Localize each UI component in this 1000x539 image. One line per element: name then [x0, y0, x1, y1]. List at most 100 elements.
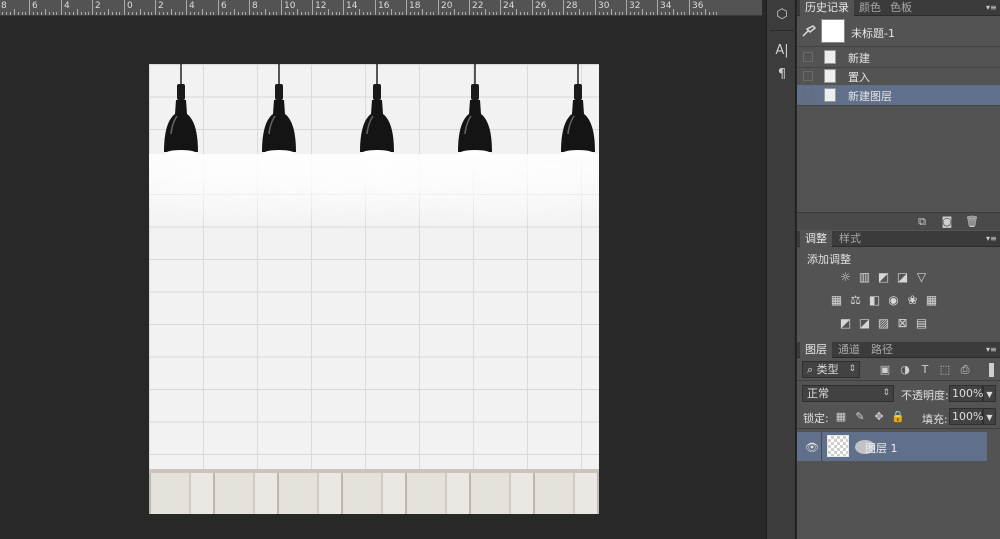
- ruler-tick: [359, 9, 360, 15]
- channel-mixer-icon[interactable]: ❀: [905, 294, 920, 307]
- panel-menu-icon[interactable]: ▾≡: [986, 3, 997, 12]
- tab-history[interactable]: 历史记录: [800, 0, 854, 16]
- ruler-tick: [276, 12, 277, 15]
- visibility-eye-icon[interactable]: 👁: [805, 441, 819, 454]
- opacity-dropdown[interactable]: ▼: [983, 385, 996, 402]
- selective-color-icon[interactable]: ⊠: [895, 317, 910, 330]
- layer-row-selected[interactable]: 👁 图层 1: [797, 432, 987, 461]
- ruler-tick: [516, 9, 517, 15]
- ruler-tick: [454, 9, 455, 15]
- ruler-tick: [182, 12, 183, 15]
- history-item[interactable]: 新建: [797, 47, 1000, 68]
- photo-filter-icon[interactable]: ◉: [886, 294, 901, 307]
- chevron-down-icon: ▼: [986, 390, 993, 399]
- tab-layers[interactable]: 图层: [800, 342, 832, 358]
- panel-menu-icon[interactable]: ▾≡: [986, 234, 997, 243]
- ruler-tick: [202, 9, 203, 15]
- ruler-tick: [273, 12, 274, 15]
- camera-snapshot-icon[interactable]: ◙: [939, 215, 955, 229]
- pendant-lamp: [458, 64, 492, 156]
- tab-channels[interactable]: 通道: [833, 342, 865, 358]
- exposure-icon[interactable]: ◪: [895, 271, 910, 284]
- color-balance-icon[interactable]: ⚖: [848, 294, 863, 307]
- ruler-tick: [61, 0, 62, 15]
- ruler-tick: [234, 9, 235, 15]
- tab-styles[interactable]: 样式: [834, 231, 866, 247]
- lock-transparent-icon[interactable]: ▦: [833, 410, 849, 424]
- ruler-tick: [705, 9, 706, 15]
- ruler-tick: [238, 12, 239, 15]
- levels-icon[interactable]: ▥: [857, 271, 872, 284]
- panel-menu-icon[interactable]: ▾≡: [986, 345, 997, 354]
- ruler-tick: [85, 12, 86, 15]
- right-panel-dock: 历史记录 颜色 色板 ▾≡ 未标题-1 新建 置入 新建图层 ⧉ ◙ 🗑 调整 …: [797, 0, 1000, 539]
- ruler-tick: [37, 12, 38, 15]
- lock-position-icon[interactable]: ✥: [871, 410, 887, 424]
- ruler-tick: [6, 12, 7, 15]
- ruler-tick: [657, 0, 658, 15]
- history-item-selected[interactable]: 新建图层: [797, 85, 1000, 106]
- ruler-tick: [713, 12, 714, 15]
- vibrance-icon[interactable]: ▽: [914, 271, 929, 284]
- ruler-tick: [669, 12, 670, 15]
- tab-adjustments[interactable]: 调整: [800, 231, 832, 247]
- tab-color[interactable]: 颜色: [854, 0, 886, 16]
- layer-thumbnail[interactable]: [827, 435, 849, 457]
- tab-paths[interactable]: 路径: [866, 342, 898, 358]
- filter-toggle[interactable]: [989, 363, 994, 377]
- color-lookup-icon[interactable]: ▦: [924, 294, 939, 307]
- ruler-tick: [500, 0, 501, 15]
- black-white-icon[interactable]: ◧: [867, 294, 882, 307]
- pixel-filter-icon[interactable]: ▣: [877, 363, 893, 377]
- ruler-label: 4: [189, 1, 195, 11]
- new-document-from-state-icon[interactable]: ⧉: [914, 215, 930, 229]
- character-icon[interactable]: A|: [773, 42, 791, 60]
- ruler-tick: [226, 12, 227, 15]
- layer-filter-select[interactable]: ⌕ 类型 ⇕: [802, 361, 860, 378]
- threshold-icon[interactable]: ▨: [876, 317, 891, 330]
- ruler-tick: [462, 12, 463, 15]
- adjustment-filter-icon[interactable]: ◑: [897, 363, 913, 377]
- paragraph-icon[interactable]: ¶: [773, 66, 791, 84]
- ruler-tick: [527, 12, 528, 15]
- ruler-tick: [579, 9, 580, 15]
- invert-icon[interactable]: ◩: [838, 317, 853, 330]
- tab-swatches[interactable]: 色板: [885, 0, 917, 16]
- adjustment-icons-row3: ◩ ◪ ▨ ⊠ ▤: [838, 317, 933, 333]
- opacity-input[interactable]: 100%: [949, 385, 983, 402]
- canvas-workspace[interactable]: [0, 17, 762, 539]
- history-checkbox[interactable]: [803, 52, 813, 62]
- ruler-tick: [320, 12, 321, 15]
- ruler-tick: [124, 0, 125, 15]
- search-icon: ⌕: [807, 363, 817, 376]
- curves-icon[interactable]: ◩: [876, 271, 891, 284]
- ruler-tick: [469, 0, 470, 15]
- fill-input[interactable]: 100%: [949, 408, 983, 425]
- brightness-icon[interactable]: ☼: [838, 271, 853, 284]
- blend-mode-select[interactable]: 正常 ⇕: [802, 385, 894, 402]
- ruler-tick: [190, 12, 191, 15]
- trash-icon[interactable]: 🗑: [964, 215, 980, 229]
- ruler-tick: [336, 12, 337, 15]
- posterize-icon[interactable]: ◪: [857, 317, 872, 330]
- hue-saturation-icon[interactable]: ▦: [829, 294, 844, 307]
- ruler-tick: [324, 12, 325, 15]
- lock-all-icon[interactable]: 🔒: [890, 410, 906, 424]
- history-checkbox[interactable]: [803, 90, 813, 100]
- history-checkbox[interactable]: [803, 71, 813, 81]
- shape-filter-icon[interactable]: ⬚: [937, 363, 953, 377]
- document-canvas[interactable]: [149, 64, 599, 514]
- history-brush-icon[interactable]: [802, 25, 816, 37]
- ruler-tick: [140, 9, 141, 15]
- smart-object-filter-icon[interactable]: ⎙: [957, 363, 973, 377]
- history-snapshot[interactable]: 未标题-1: [797, 16, 1000, 47]
- fill-dropdown[interactable]: ▼: [983, 408, 996, 425]
- gradient-map-icon[interactable]: ▤: [914, 317, 929, 330]
- ruler-tick: [343, 0, 344, 15]
- history-item[interactable]: 置入: [797, 66, 1000, 87]
- ruler-tick: [69, 12, 70, 15]
- layer-name[interactable]: 图层 1: [865, 440, 898, 456]
- type-filter-icon[interactable]: T: [917, 363, 933, 377]
- lock-image-icon[interactable]: ✎: [852, 410, 868, 424]
- 3d-cube-icon[interactable]: ⬡: [773, 6, 791, 24]
